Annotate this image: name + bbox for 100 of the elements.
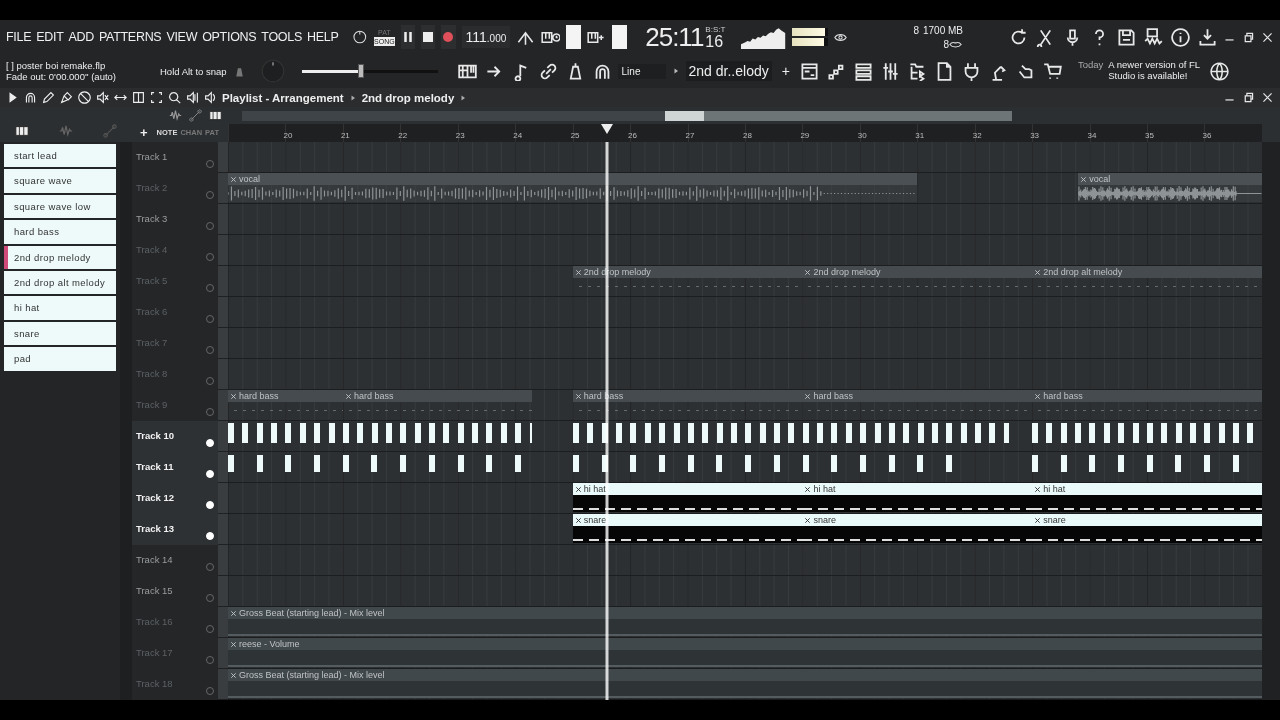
track-name[interactable]: Track 14 <box>136 554 173 565</box>
pattern-list-item[interactable]: hard bass <box>4 220 116 244</box>
pattern-list-item[interactable]: start lead <box>4 144 116 168</box>
track-name[interactable]: Track 15 <box>136 585 173 596</box>
speaker-mute-icon[interactable] <box>96 91 109 104</box>
track-name[interactable]: Track 3 <box>136 213 168 224</box>
track-name[interactable]: Track 10 <box>136 430 175 441</box>
clip-label: Gross Beat (starting lead) - Mix level <box>239 608 385 618</box>
globe-icon[interactable] <box>1210 61 1230 81</box>
playlist-icon[interactable] <box>799 61 819 81</box>
close-icon[interactable] <box>1261 30 1274 44</box>
song-time: 25:11 <box>645 24 704 50</box>
drum-pattern-clip[interactable]: snare <box>802 514 1033 543</box>
bar-number: 24 <box>513 131 523 140</box>
info-icon[interactable] <box>1171 27 1190 47</box>
piano-icon[interactable] <box>15 124 29 138</box>
browser-icon[interactable] <box>907 61 927 81</box>
playback-icon[interactable] <box>186 91 199 104</box>
audio-clip[interactable]: vocal <box>228 173 918 202</box>
pattern-list-item[interactable]: snare <box>4 321 116 346</box>
drum-pattern-clip[interactable]: hi hat <box>572 483 803 512</box>
cross-icon[interactable] <box>574 516 582 524</box>
menu-item[interactable]: FILE <box>6 30 32 44</box>
menu-item[interactable]: EDIT <box>36 30 64 44</box>
timeline-ruler[interactable]: 20 21 22 23 24 25 26 27 28 29 30 31 32 33 34 35 36 <box>228 124 1262 142</box>
record-button[interactable] <box>441 25 456 49</box>
track-name[interactable]: Track 11 <box>136 461 174 472</box>
menu-item[interactable]: OPTIONS <box>202 30 257 44</box>
add-pattern-button[interactable]: + <box>777 63 794 79</box>
drum-pattern-clip[interactable]: hi hat <box>1032 483 1262 512</box>
automation-curve-icon[interactable] <box>189 109 202 122</box>
automation-clip[interactable]: reese - Volume <box>228 638 1262 667</box>
add-button[interactable]: + <box>140 125 154 140</box>
mixer-icon[interactable] <box>880 61 900 81</box>
pattern-list-item[interactable]: pad <box>4 347 116 371</box>
menu-item[interactable]: PATTERNS <box>99 30 162 44</box>
blank-toggle[interactable] <box>566 25 582 49</box>
chevron-right-icon[interactable] <box>671 67 680 75</box>
save-audio-icon[interactable] <box>1144 27 1163 47</box>
stop-button[interactable] <box>420 25 436 49</box>
restore-icon[interactable] <box>1242 30 1255 44</box>
cross-icon[interactable] <box>1034 516 1042 524</box>
brush-icon[interactable] <box>60 91 73 104</box>
track-lane[interactable]: hi hat hi hat hi hat <box>228 483 1262 514</box>
magnet-icon[interactable] <box>24 91 37 104</box>
drum-pattern-clip[interactable]: snare <box>1032 514 1262 543</box>
track-name[interactable]: Track 12 <box>136 492 175 503</box>
overview-scrollbar[interactable] <box>242 111 1012 121</box>
cross-icon[interactable] <box>804 516 812 524</box>
pattern-list-item[interactable]: 2nd drop alt melody <box>4 270 116 295</box>
blank-toggle[interactable] <box>612 25 628 49</box>
pattern-list-item[interactable]: 2nd drop melody <box>4 245 116 269</box>
cross-icon[interactable] <box>804 485 812 493</box>
cart-icon[interactable] <box>1042 61 1062 81</box>
restore-icon[interactable] <box>1242 91 1255 104</box>
automation-clip[interactable]: Gross Beat (starting lead) - Mix level <box>228 669 1262 698</box>
play-icon[interactable] <box>6 91 19 104</box>
menu-item[interactable]: VIEW <box>166 30 198 44</box>
track-name[interactable]: Track 13 <box>136 523 175 534</box>
playhead-marker-icon[interactable] <box>601 124 614 134</box>
zoom-icon[interactable] <box>168 91 181 104</box>
drum-pattern-clip[interactable]: snare <box>572 514 803 543</box>
track-name[interactable]: Track 1 <box>136 151 168 162</box>
pattern-list-item[interactable]: square wave <box>4 169 116 193</box>
pencil-icon[interactable] <box>42 91 55 104</box>
link-icon[interactable] <box>538 61 558 81</box>
menu-item[interactable]: HELP <box>306 30 339 44</box>
track-lane[interactable]: vocal vocal <box>228 173 1262 204</box>
news-message[interactable]: A newer version of FL Studio is available! <box>1108 60 1205 82</box>
snap-dropdown[interactable]: Line <box>617 63 666 79</box>
pattern-selector[interactable]: 2nd dr..elody <box>685 61 772 81</box>
bar-number: 20 <box>283 131 293 140</box>
master-volume-slider[interactable] <box>301 64 438 78</box>
menu-item[interactable]: TOOLS <box>261 30 302 44</box>
close-icon[interactable] <box>1261 91 1274 104</box>
menu-item[interactable]: ADD <box>68 30 94 44</box>
automation-clip[interactable]: Gross Beat (starting lead) - Mix level <box>228 607 1262 636</box>
speaker-icon[interactable] <box>204 91 217 104</box>
pattern-list-scrollbar[interactable] <box>120 142 132 700</box>
refresh-icon[interactable] <box>1009 27 1028 47</box>
clip-label: snare <box>583 515 607 525</box>
pattern-list-item[interactable]: hi hat <box>4 296 116 320</box>
drum-pattern-clip[interactable]: hi hat <box>802 483 1033 512</box>
audio-clip[interactable]: vocal <box>1078 173 1262 202</box>
cross-icon[interactable] <box>574 485 582 493</box>
pattern-list-item[interactable]: square wave low <box>4 194 116 219</box>
save-icon[interactable] <box>1117 27 1136 47</box>
select-icon[interactable] <box>150 91 163 104</box>
download-icon[interactable] <box>1198 27 1217 47</box>
pause-button[interactable] <box>400 25 415 49</box>
track-lane[interactable]: snare snare snare <box>228 514 1262 545</box>
forbid-icon[interactable] <box>78 91 91 104</box>
tempo-field[interactable]: 111.000 <box>461 26 511 48</box>
cross-icon[interactable] <box>1034 485 1042 493</box>
piano-icon[interactable] <box>209 109 222 122</box>
current-pattern-name[interactable]: 2nd drop melody <box>361 91 455 104</box>
slice-icon[interactable] <box>132 91 145 104</box>
channel-rack-icon[interactable] <box>853 61 873 81</box>
vertical-scrollbar[interactable] <box>1262 142 1280 700</box>
waveform-icon[interactable] <box>169 109 182 122</box>
